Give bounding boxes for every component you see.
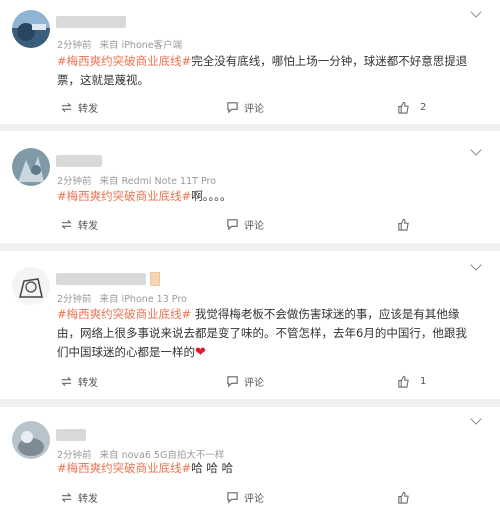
- avatar[interactable]: [12, 10, 50, 48]
- thumbs-up-icon: [398, 491, 409, 504]
- like-count: 1: [420, 375, 427, 387]
- post-text: #梅西爽约突破商业底线#哈 哈 哈: [57, 459, 478, 478]
- post-card: 2分钟前 来自 nova6 5G自拍大不一样 #梅西爽约突破商业底线#哈 哈 哈 …: [0, 407, 500, 510]
- topic-link[interactable]: #梅西爽约突破商业底线#: [57, 307, 191, 321]
- topic-link[interactable]: #梅西爽约突破商业底线#: [57, 189, 191, 203]
- user-badge: [150, 272, 160, 286]
- comment-label: 评论: [244, 377, 264, 389]
- repost-icon: [61, 102, 72, 112]
- thumbs-up-icon: [398, 218, 409, 231]
- post-actions: 转发 评论 1: [0, 373, 500, 389]
- avatar[interactable]: [12, 421, 50, 459]
- repost-button[interactable]: 转发: [60, 373, 98, 389]
- comment-label: 评论: [244, 493, 264, 505]
- chevron-down-icon[interactable]: [470, 413, 482, 425]
- repost-label: 转发: [78, 377, 98, 389]
- post-source: 来自 iPhone客户端: [99, 40, 183, 51]
- repost-button[interactable]: 转发: [60, 216, 98, 232]
- username-blurred[interactable]: [56, 273, 146, 285]
- username-blurred[interactable]: [56, 155, 102, 167]
- comment-icon: [227, 375, 238, 387]
- comment-button[interactable]: 评论: [226, 489, 264, 505]
- comment-label: 评论: [244, 103, 264, 115]
- post-meta: 2分钟前 来自 iPhone客户端: [57, 37, 182, 51]
- like-button[interactable]: [397, 489, 420, 505]
- topic-link[interactable]: #梅西爽约突破商业底线#: [57, 461, 191, 475]
- comment-icon: [227, 101, 238, 113]
- post-source: 来自 Redmi Note 11T Pro: [99, 176, 217, 187]
- heart-emoji: ❤: [195, 345, 206, 360]
- repost-button[interactable]: 转发: [60, 489, 98, 505]
- avatar[interactable]: [12, 148, 50, 186]
- post-time: 2分钟前: [57, 294, 92, 305]
- comment-icon: [227, 218, 238, 230]
- post-actions: 转发 评论: [0, 216, 500, 232]
- post-time: 2分钟前: [57, 176, 92, 187]
- post-meta: 2分钟前 来自 iPhone 13 Pro: [57, 291, 187, 305]
- comment-button[interactable]: 评论: [226, 373, 264, 389]
- comment-button[interactable]: 评论: [226, 216, 264, 232]
- repost-icon: [61, 219, 72, 229]
- post-card: 2分钟前 来自 Redmi Note 11T Pro #梅西爽约突破商业底线#啊。…: [0, 131, 500, 243]
- post-text: #梅西爽约突破商业底线#完全没有底线，哪怕上场一分钟，球迷都不好意思提退票，这就…: [57, 52, 478, 90]
- post-text: #梅西爽约突破商业底线#啊。。。。: [57, 187, 478, 206]
- repost-icon: [61, 492, 72, 502]
- post-source: 来自 iPhone 13 Pro: [99, 294, 187, 305]
- comment-button[interactable]: 评论: [226, 99, 264, 115]
- post-body: 哈 哈 哈: [191, 461, 234, 475]
- post-body: 啊。。。。: [191, 189, 232, 203]
- like-button[interactable]: 1: [397, 373, 426, 389]
- post-actions: 转发 评论: [0, 489, 500, 505]
- like-button[interactable]: [397, 216, 420, 232]
- username-blurred[interactable]: [56, 16, 126, 28]
- repost-label: 转发: [78, 220, 98, 232]
- like-button[interactable]: 2: [397, 99, 426, 115]
- post-meta: 2分钟前 来自 Redmi Note 11T Pro: [57, 173, 216, 187]
- chevron-down-icon[interactable]: [470, 259, 482, 271]
- like-count: 2: [420, 101, 427, 113]
- thumbs-up-icon: [398, 375, 409, 388]
- chevron-down-icon[interactable]: [470, 6, 482, 18]
- avatar[interactable]: [12, 267, 50, 305]
- repost-button[interactable]: 转发: [60, 99, 98, 115]
- post-time: 2分钟前: [57, 40, 92, 51]
- repost-label: 转发: [78, 493, 98, 505]
- chevron-down-icon[interactable]: [470, 144, 482, 156]
- username-blurred[interactable]: [56, 429, 86, 441]
- post-card: 2分钟前 来自 iPhone 13 Pro #梅西爽约突破商业底线# 我觉得梅老板…: [0, 251, 500, 399]
- comment-label: 评论: [244, 220, 264, 232]
- topic-link[interactable]: #梅西爽约突破商业底线#: [57, 54, 191, 68]
- comment-icon: [227, 491, 238, 503]
- post-card: 2分钟前 来自 iPhone客户端 #梅西爽约突破商业底线#完全没有底线，哪怕上场…: [0, 0, 500, 124]
- post-text: #梅西爽约突破商业底线# 我觉得梅老板不会做伤害球迷的事，应该是有其他缘由，网络…: [57, 305, 478, 362]
- repost-label: 转发: [78, 103, 98, 115]
- post-actions: 转发 评论 2: [0, 99, 500, 115]
- repost-icon: [61, 376, 72, 386]
- weibo-feed: 2分钟前 来自 iPhone客户端 #梅西爽约突破商业底线#完全没有底线，哪怕上场…: [0, 0, 500, 510]
- thumbs-up-icon: [398, 101, 409, 114]
